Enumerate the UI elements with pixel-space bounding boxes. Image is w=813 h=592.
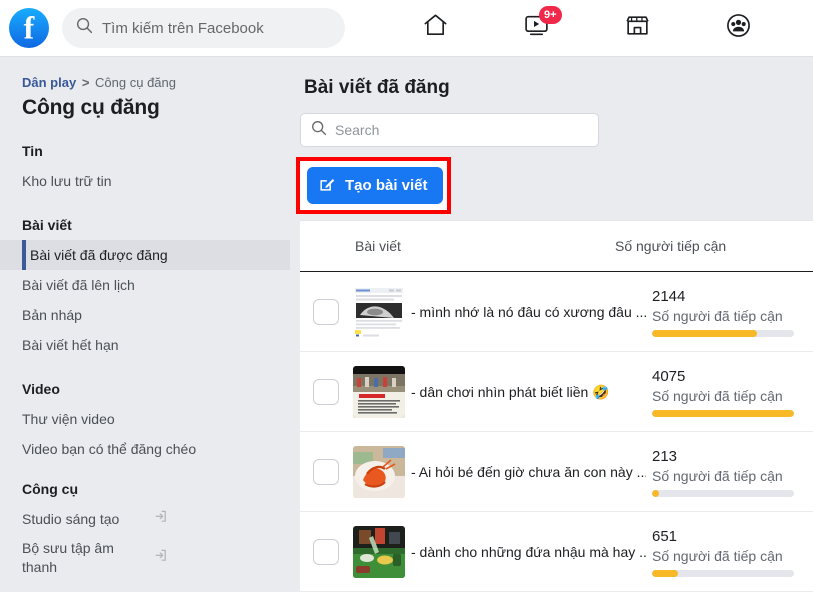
table-row[interactable]: - dân chơi nhìn phát biết liền 🤣 4075 Số… [300, 352, 813, 432]
table-row[interactable]: - Ai hỏi bé đến giờ chưa ăn con này ... … [300, 432, 813, 512]
reach-value: 4075 [652, 367, 686, 385]
column-header-reach: Số người tiếp cận [615, 238, 727, 254]
row-checkbox[interactable] [313, 378, 339, 405]
sidebar-item-label: Video bạn có thể đăng chéo [22, 441, 197, 457]
sidebar-group-cong-cu: Công cụ Studio sáng tạo Bộ sưu tập âm th… [0, 478, 290, 582]
sidebar-item-studio-sang-tao[interactable]: Studio sáng tạo [0, 504, 290, 534]
sidebar-group-tin: Tin Kho lưu trữ tin [0, 140, 290, 196]
reach-label: Số người đã tiếp cận [652, 307, 783, 324]
sidebar-item-label: Bài viết hết hạn [22, 337, 119, 353]
reach-metric: 4075 Số người đã tiếp cận [652, 367, 812, 417]
facebook-search-input[interactable]: Tìm kiếm trên Facebook [62, 8, 345, 48]
sidebar-group-title: Công cụ [22, 481, 78, 497]
reach-progress-track [652, 329, 794, 337]
reach-progress-fill [652, 329, 758, 337]
post-title[interactable]: - dành cho những đứa nhậu mà hay ... [411, 542, 646, 562]
column-header-post: Bài viết [355, 238, 401, 254]
post-title[interactable]: - Ai hỏi bé đến giờ chưa ăn con này ... [411, 462, 646, 482]
sidebar-item-bo-suu-tap-am-thanh[interactable]: Bộ sưu tập âm thanh [0, 534, 290, 582]
reach-progress-track [652, 409, 794, 417]
reach-value: 651 [652, 527, 678, 545]
breadcrumb-current: Công cụ đăng [95, 75, 176, 90]
row-checkbox[interactable] [313, 458, 339, 485]
post-thumbnail[interactable] [353, 365, 405, 418]
sidebar-group-bai-viet: Bài viết Bài viết đã được đăng Bài viết … [0, 214, 290, 360]
sidebar-group-title: Video [22, 381, 60, 397]
post-thumbnail[interactable] [353, 285, 405, 338]
left-sidebar: Dân play > Công cụ đăng Công cụ đăng Tin… [0, 57, 290, 592]
reach-value: 213 [652, 447, 678, 465]
facebook-header: Tìm kiếm trên Facebook 9+ [0, 0, 813, 57]
sidebar-item-label: Thư viện video [22, 411, 115, 427]
facebook-logo-icon[interactable] [9, 8, 49, 48]
sidebar-item-label: Bộ sưu tập âm thanh [22, 540, 114, 575]
sidebar-item-label: Bài viết đã lên lịch [22, 277, 135, 293]
posts-table: Bài viết Số người tiếp cận - mình nhớ là… [300, 220, 813, 592]
reach-metric: 2144 Số người đã tiếp cận [652, 287, 812, 337]
sidebar-group-title: Tin [22, 143, 43, 159]
sidebar-item-label: Studio sáng tạo [22, 511, 120, 527]
sidebar-item-bai-viet-het-han[interactable]: Bài viết hết hạn [0, 330, 290, 360]
reach-metric: 651 Số người đã tiếp cận [652, 527, 812, 577]
sidebar-group-video: Video Thư viện video Video bạn có thể đă… [0, 378, 290, 464]
reach-label: Số người đã tiếp cận [652, 387, 783, 404]
nav-watch-button[interactable]: 9+ [514, 6, 562, 48]
main-content: Bài viết đã đăng Search Tạo bài viết Bài… [290, 57, 813, 592]
external-link-icon [153, 509, 168, 529]
compose-icon [319, 175, 336, 196]
search-icon [311, 120, 327, 141]
row-checkbox[interactable] [313, 538, 339, 565]
post-search-placeholder: Search [335, 122, 380, 138]
home-icon [422, 12, 449, 44]
post-thumbnail[interactable] [353, 525, 405, 578]
nav-groups-button[interactable] [716, 8, 762, 48]
reach-progress-fill [652, 489, 660, 497]
table-row[interactable]: - mình nhớ là nó đâu có xương đâu ... 21… [300, 272, 813, 352]
sidebar-item-bai-viet-da-len-lich[interactable]: Bài viết đã lên lịch [0, 270, 290, 300]
reach-value: 2144 [652, 287, 686, 305]
reach-progress-track [652, 489, 794, 497]
post-search-input[interactable]: Search [300, 113, 599, 147]
row-checkbox[interactable] [313, 298, 339, 325]
breadcrumb-separator: > [81, 75, 90, 90]
reach-progress-fill [652, 409, 794, 417]
sidebar-item-label: Bản nháp [22, 307, 82, 323]
breadcrumb: Dân play > Công cụ đăng [0, 75, 290, 91]
nav-marketplace-button[interactable] [615, 8, 661, 48]
table-row[interactable]: - dành cho những đứa nhậu mà hay ... 651… [300, 512, 813, 592]
reach-progress-fill [652, 569, 678, 577]
facebook-search-placeholder: Tìm kiếm trên Facebook [102, 19, 264, 37]
sidebar-item-kho-luu-tru-tin[interactable]: Kho lưu trữ tin [0, 166, 290, 196]
sidebar-item-video-dang-cheo[interactable]: Video bạn có thể đăng chéo [0, 434, 290, 464]
reach-progress-track [652, 569, 794, 577]
create-post-label: Tạo bài viết [345, 177, 428, 194]
table-header-row: Bài viết Số người tiếp cận [300, 221, 813, 272]
post-thumbnail[interactable] [353, 445, 405, 498]
watch-notification-badge: 9+ [538, 6, 562, 24]
create-post-button[interactable]: Tạo bài viết [307, 167, 443, 204]
post-title[interactable]: - dân chơi nhìn phát biết liền 🤣 [411, 382, 646, 402]
post-title[interactable]: - mình nhớ là nó đâu có xương đâu ... [411, 302, 646, 322]
breadcrumb-parent-link[interactable]: Dân play [22, 75, 76, 90]
header-nav: 9+ [345, 0, 813, 57]
external-link-icon [153, 548, 168, 568]
page-title: Công cụ đăng [22, 96, 160, 119]
reach-label: Số người đã tiếp cận [652, 547, 783, 564]
reach-label: Số người đã tiếp cận [652, 467, 783, 484]
main-heading: Bài viết đã đăng [304, 77, 450, 98]
nav-home-button[interactable] [413, 8, 459, 48]
reach-metric: 213 Số người đã tiếp cận [652, 447, 812, 497]
sidebar-item-ban-nhap[interactable]: Bản nháp [0, 300, 290, 330]
sidebar-item-thu-vien-video[interactable]: Thư viện video [0, 404, 290, 434]
sidebar-item-label: Bài viết đã được đăng [30, 247, 168, 263]
sidebar-group-title: Bài viết [22, 217, 72, 233]
marketplace-icon [624, 12, 651, 44]
groups-icon [725, 12, 752, 44]
sidebar-item-label: Kho lưu trữ tin [22, 173, 112, 189]
sidebar-item-bai-viet-da-duoc-dang[interactable]: Bài viết đã được đăng [0, 240, 290, 270]
search-icon [76, 17, 93, 39]
